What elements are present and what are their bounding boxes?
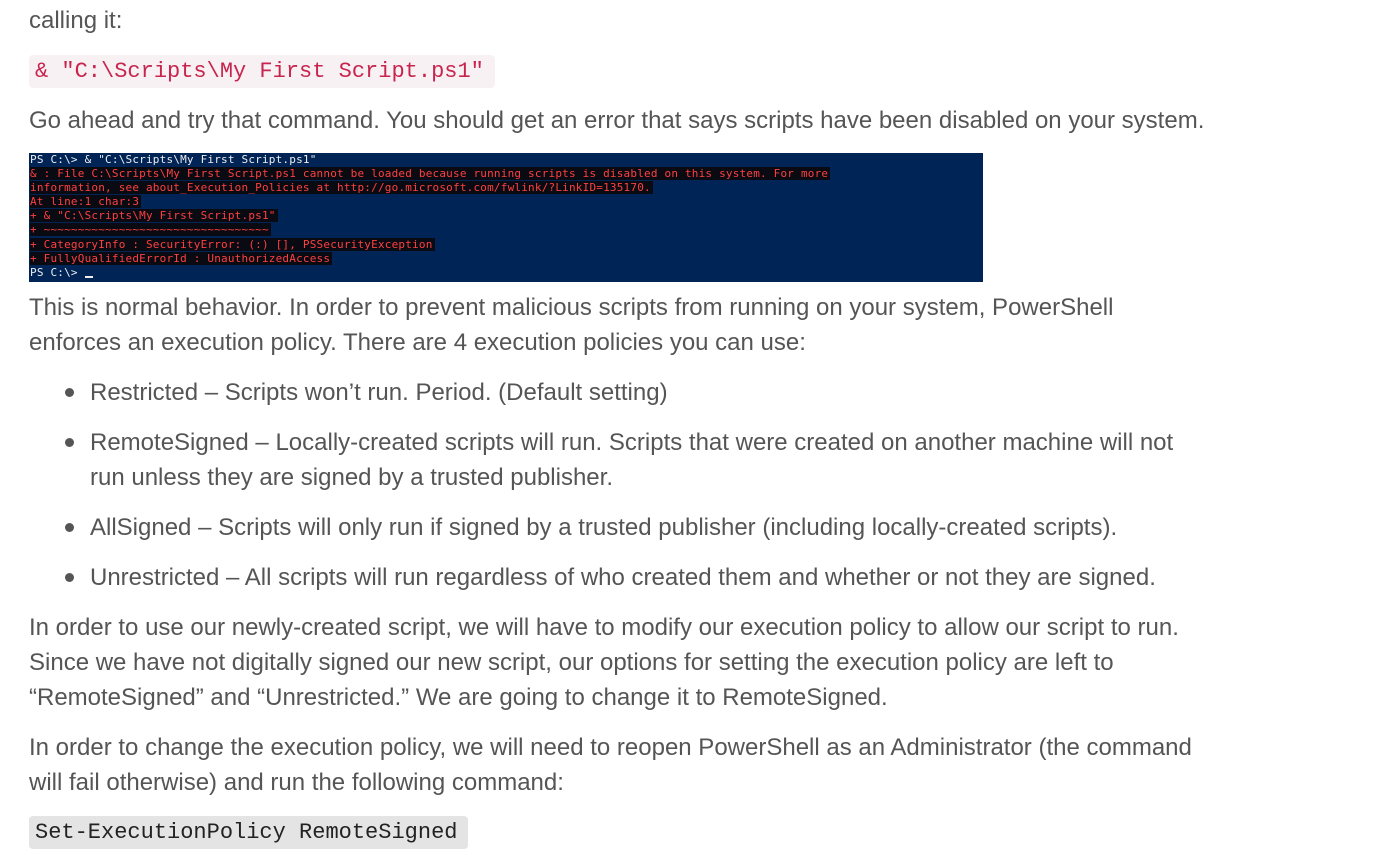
command-code-snippet: & "C:\Scripts\My First Script.ps1" bbox=[29, 55, 495, 88]
terminal-prompt-line: PS C:\> & "C:\Scripts\My First Script.ps… bbox=[30, 153, 317, 166]
powershell-error-screenshot: PS C:\> & "C:\Scripts\My First Script.ps… bbox=[29, 153, 983, 282]
bullet-icon bbox=[65, 438, 74, 447]
set-execution-policy-code: Set-ExecutionPolicy RemoteSigned bbox=[29, 816, 468, 849]
terminal-error-line: + & "C:\Scripts\My First Script.ps1" bbox=[30, 209, 278, 222]
explanation-line: enforces an execution policy. There are … bbox=[29, 329, 806, 356]
terminal-error-line: + FullyQualifiedErrorId : UnauthorizedAc… bbox=[30, 252, 333, 265]
terminal-error-line: At line:1 char:3 bbox=[30, 195, 142, 208]
try-command-text: Go ahead and try that command. You shoul… bbox=[29, 107, 1205, 134]
terminal-final-prompt: PS C:\> bbox=[30, 266, 85, 279]
terminal-error-line: & : File C:\Scripts\My First Script.ps1 … bbox=[30, 167, 831, 180]
list-item-text: run unless they are signed by a trusted … bbox=[90, 464, 613, 491]
list-item-text: AllSigned – Scripts will only run if sig… bbox=[90, 514, 1118, 541]
bullet-icon bbox=[65, 388, 74, 397]
change-policy-line: will fail otherwise) and run the followi… bbox=[29, 769, 564, 796]
list-item-text: Restricted – Scripts won’t run. Period. … bbox=[90, 379, 668, 406]
modify-policy-line: In order to use our newly-created script… bbox=[29, 614, 1179, 641]
list-item-text: Unrestricted – All scripts will run rega… bbox=[90, 564, 1156, 591]
bullet-icon bbox=[65, 573, 74, 582]
change-policy-line: In order to change the execution policy,… bbox=[29, 734, 1192, 761]
terminal-error-line: + ~~~~~~~~~~~~~~~~~~~~~~~~~~~~~~~~~ bbox=[30, 223, 271, 236]
modify-policy-line: “RemoteSigned” and “Unrestricted.” We ar… bbox=[29, 684, 888, 711]
explanation-line: This is normal behavior. In order to pre… bbox=[29, 294, 1114, 321]
intro-partial-line: calling it: bbox=[29, 7, 123, 34]
modify-policy-line: Since we have not digitally signed our n… bbox=[29, 649, 1114, 676]
terminal-cursor bbox=[84, 276, 93, 279]
list-item-text: RemoteSigned – Locally-created scripts w… bbox=[90, 429, 1174, 456]
bullet-icon bbox=[65, 523, 74, 532]
terminal-error-line: + CategoryInfo : SecurityError: (:) [], … bbox=[30, 238, 435, 251]
terminal-error-line: information, see about_Execution_Policie… bbox=[30, 181, 653, 194]
